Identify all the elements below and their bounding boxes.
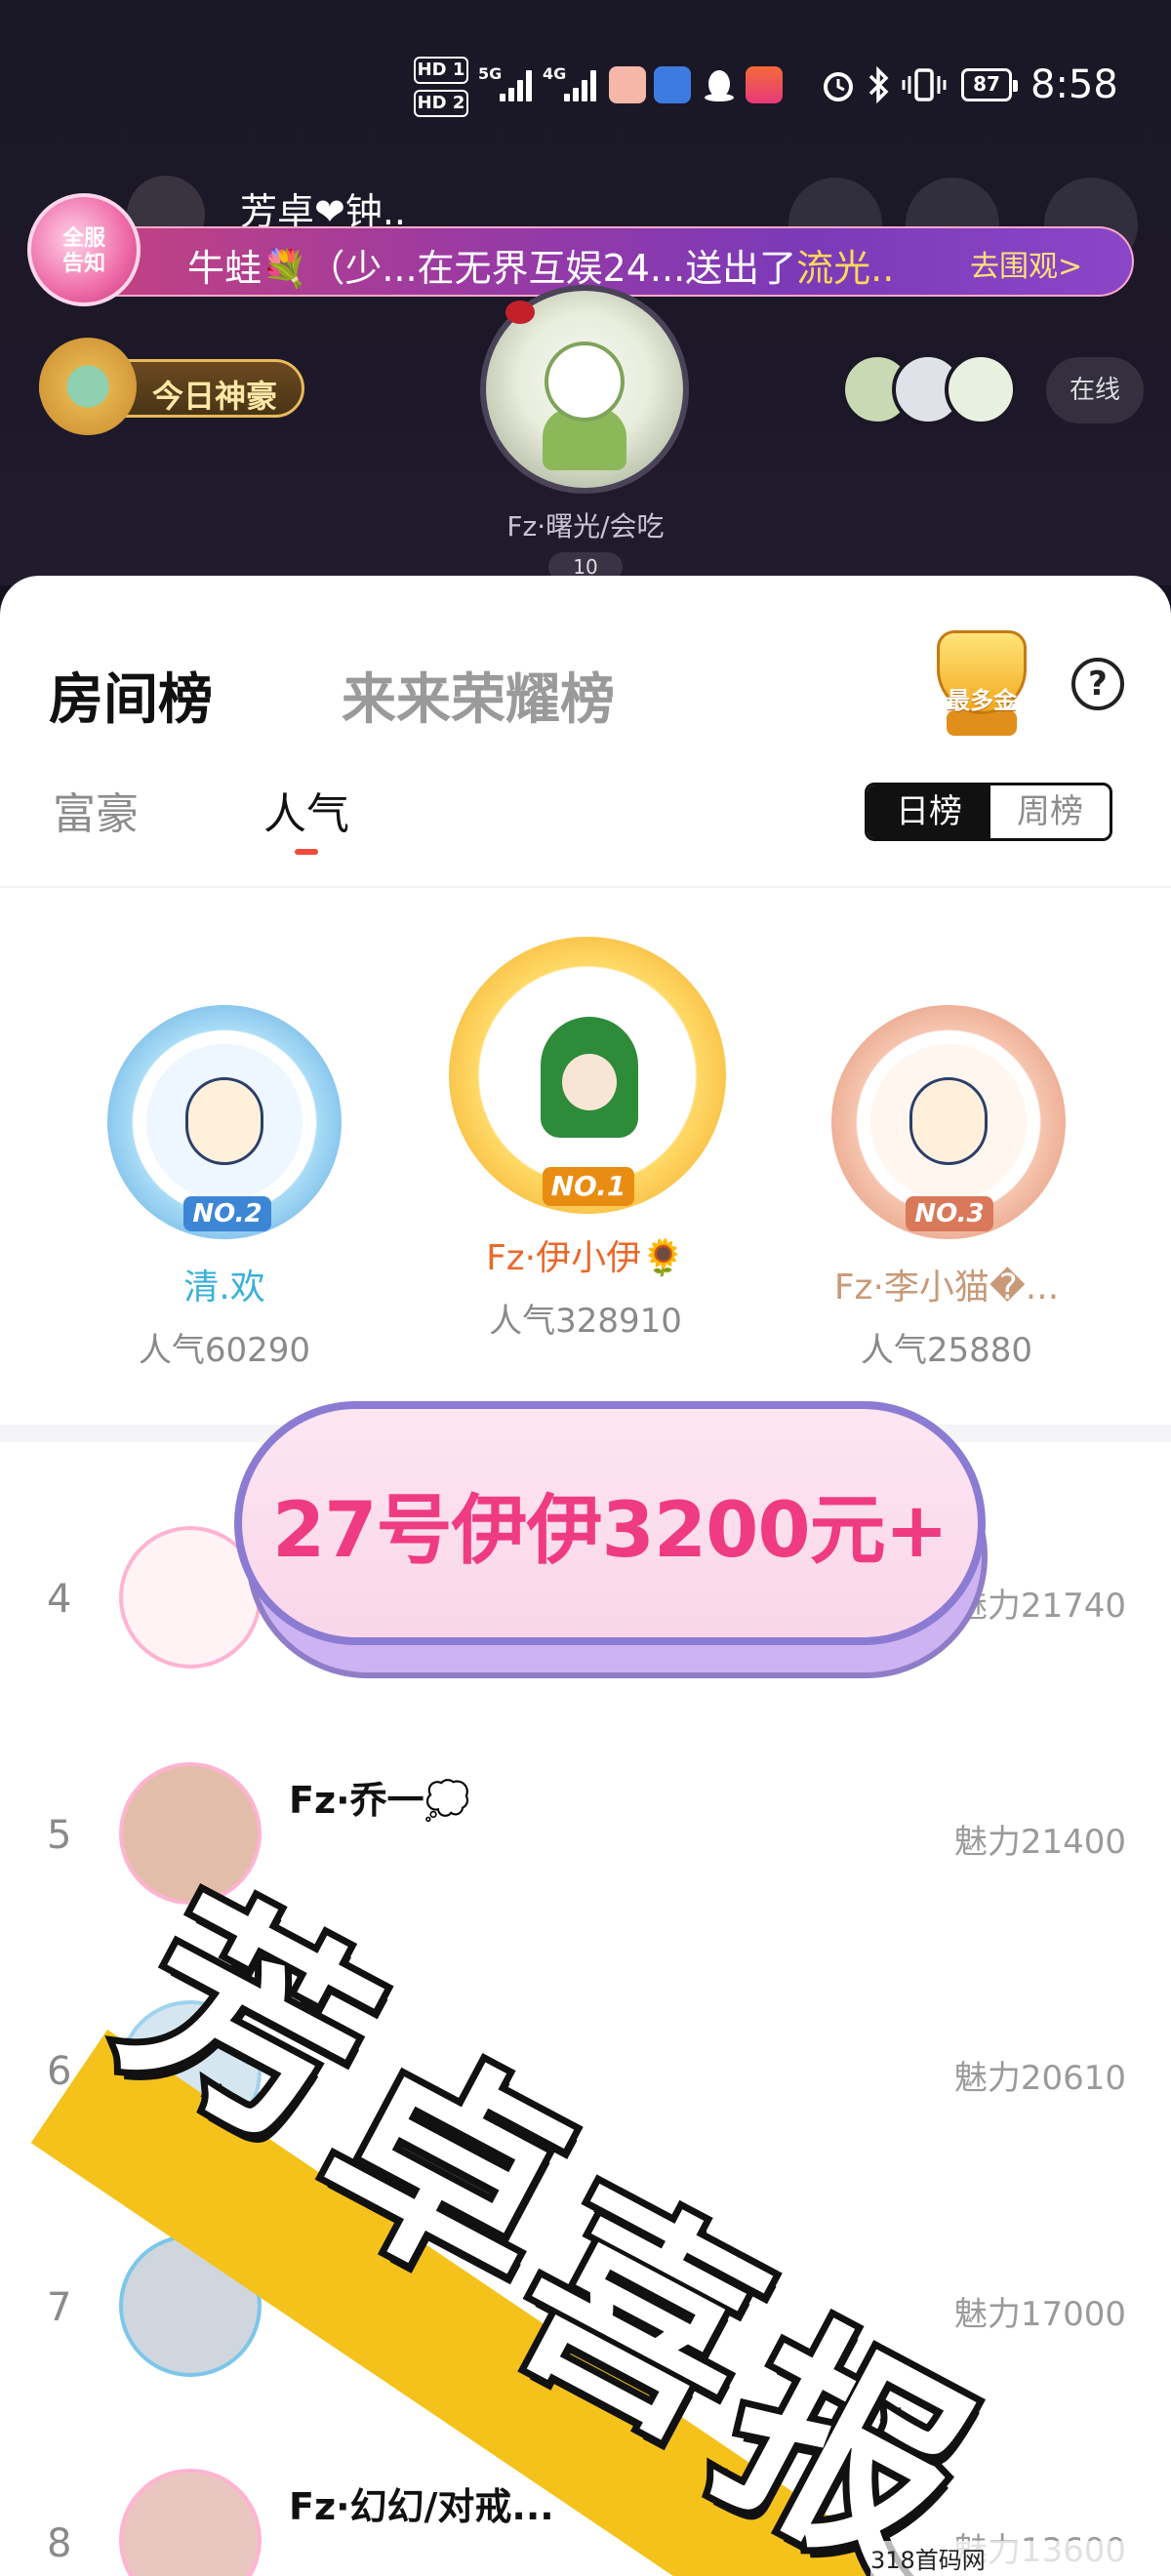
trophy-icon[interactable]: 最多金 — [917, 621, 1046, 745]
seat-name: Fz·曙光/会吃 — [506, 510, 665, 543]
qq-icon — [701, 66, 738, 103]
podium-score-1: 人气328910 — [489, 1302, 682, 1341]
hd1-tag: HD 1 — [414, 57, 468, 84]
status-bar: HD 1 HD 2 5G 4G 87 8:58 — [0, 0, 1171, 166]
row-score: 魅力20610 — [953, 2059, 1126, 2098]
banner-watch-link[interactable]: 去围观> — [970, 242, 1082, 285]
row-rank: 5 — [47, 1813, 72, 1858]
row-name: Fz·乔一💭 — [289, 1779, 470, 1822]
trophy-label: 最多金 — [947, 687, 1017, 714]
subtab-popularity[interactable]: 人气 — [263, 779, 349, 841]
today-rich-label: 今日神豪 — [152, 378, 278, 415]
podium-badge-2: NO.2 — [183, 1196, 271, 1231]
podium-name-1: Fz·伊小伊🌻 — [486, 1238, 685, 1278]
rich-medal-icon — [39, 338, 137, 435]
vibrate-icon — [902, 66, 947, 103]
signal2-icon — [564, 68, 599, 101]
net2-label: 4G — [543, 64, 567, 83]
row-score: 魅力21400 — [953, 1823, 1126, 1862]
podium-avatar-3[interactable]: NO.3 — [831, 1005, 1066, 1239]
divider — [0, 886, 1171, 888]
app2-icon — [654, 66, 691, 103]
period-weekly[interactable]: 周榜 — [990, 785, 1110, 838]
app1-icon — [609, 66, 646, 103]
help-icon[interactable]: ? — [1071, 658, 1124, 710]
subtab-rich[interactable]: 富豪 — [53, 779, 139, 841]
podium-badge-3: NO.3 — [906, 1196, 993, 1231]
podium-score-3: 人气25880 — [860, 1331, 1033, 1370]
banner-text: 牛蛙💐（少...在无界互娱24...送出了流光.. — [187, 238, 894, 292]
row-rank: 8 — [47, 2521, 72, 2566]
watermark: 318首码网 www.E318.com — [870, 2541, 1171, 2576]
signal1-icon — [500, 68, 535, 101]
podium-name-3: Fz·李小猫�... — [833, 1268, 1060, 1308]
screen: { "status_bar": { "time": "8:58", "batte… — [0, 0, 1171, 2576]
rose-icon — [505, 301, 535, 324]
broadcast-badge-label: 全服 告知 — [61, 226, 105, 276]
online-avatar[interactable] — [945, 353, 1017, 425]
podium-avatar-2[interactable]: NO.2 — [107, 1005, 342, 1239]
seat-avatar-host[interactable] — [480, 285, 689, 494]
tab-room-rank[interactable]: 房间榜 — [49, 656, 213, 735]
promo-text: 27号伊伊3200元+ — [272, 1487, 949, 1575]
row-rank: 4 — [47, 1577, 72, 1622]
row-name: Fz·幻幻/对戒... — [289, 2485, 554, 2528]
bluetooth-icon — [865, 64, 892, 105]
battery-indicator: 87 — [961, 68, 1018, 101]
podium-avatar-1[interactable]: NO.1 — [449, 937, 726, 1214]
podium-name-2: 清.欢 — [183, 1268, 265, 1308]
broadcast-badge-icon: 全服 告知 — [27, 193, 141, 306]
tab-honor-rank[interactable]: 来来荣耀榜 — [342, 656, 615, 735]
net1-label: 5G — [478, 64, 503, 83]
subtab-indicator — [295, 849, 318, 855]
app4-icon — [746, 66, 783, 103]
period-toggle: 日榜 周榜 — [865, 783, 1112, 841]
clock: 8:58 — [1030, 62, 1118, 107]
row-rank: 7 — [47, 2285, 72, 2330]
online-button[interactable]: 在线 — [1046, 357, 1144, 423]
hd2-tag: HD 2 — [414, 90, 468, 117]
podium-score-2: 人气60290 — [138, 1331, 311, 1370]
period-daily[interactable]: 日榜 — [868, 785, 990, 838]
banner-text-main: 牛蛙💐（少...在无界互娱24...送出了 — [187, 247, 797, 290]
alarm-icon — [820, 66, 857, 103]
banner-text-highlight: 流光.. — [796, 247, 895, 290]
podium-badge-1: NO.1 — [543, 1167, 634, 1206]
